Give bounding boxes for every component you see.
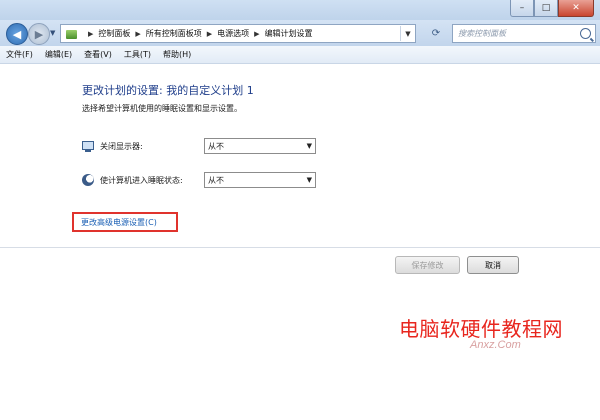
search-box[interactable]: 搜索控制面板: [452, 24, 596, 43]
advanced-settings-highlight: 更改高级电源设置(C): [72, 212, 178, 232]
breadcrumb-separator[interactable]: ▶: [88, 30, 93, 38]
maximize-button[interactable]: □: [534, 0, 558, 17]
watermark-text: 电脑软硬件教程网: [399, 317, 563, 341]
display-off-value: 从不: [208, 141, 224, 151]
close-icon: ✕: [572, 3, 580, 13]
search-placeholder: 搜索控制面板: [458, 29, 506, 38]
page-subtitle: 选择希望计算机使用的睡眠设置和显示设置。: [82, 104, 242, 113]
advanced-power-settings-link[interactable]: 更改高级电源设置(C): [81, 217, 157, 228]
minimize-button[interactable]: –: [510, 0, 534, 17]
menu-tools[interactable]: 工具(T): [124, 49, 151, 60]
display-off-label: 关闭显示器:: [100, 141, 143, 151]
menu-bar: 文件(F) 编辑(E) 查看(V) 工具(T) 帮助(H): [0, 46, 600, 64]
breadcrumb-separator[interactable]: ▶: [135, 30, 140, 38]
control-panel-window: – □ ✕ ◀ ▶ ▼ ▶ 控制面板 ▶ 所有控制面板项 ▶ 电源选项 ▶ 编辑…: [0, 0, 600, 420]
breadcrumb-all-items[interactable]: 所有控制面板项: [146, 28, 202, 39]
sleep-moon-icon: [82, 174, 94, 186]
menu-help[interactable]: 帮助(H): [163, 49, 191, 60]
back-button[interactable]: ◀: [6, 23, 28, 45]
close-button[interactable]: ✕: [558, 0, 594, 17]
refresh-icon[interactable]: ⟳: [428, 26, 444, 41]
watermark-logo: Anxz.Com: [470, 339, 521, 351]
title-bar: – □ ✕: [0, 0, 600, 22]
recent-pages-dropdown[interactable]: ▼: [50, 29, 55, 37]
display-off-select[interactable]: 从不 ▼: [204, 138, 316, 154]
breadcrumb-separator[interactable]: ▶: [207, 30, 212, 38]
forward-arrow-icon: ▶: [34, 27, 44, 41]
breadcrumb-control-panel[interactable]: 控制面板: [98, 28, 130, 39]
breadcrumb-power-options[interactable]: 电源选项: [217, 28, 249, 39]
display-off-row: 关闭显示器:: [82, 138, 210, 154]
caption-buttons: – □ ✕: [510, 0, 594, 17]
address-bar[interactable]: ▶ 控制面板 ▶ 所有控制面板项 ▶ 电源选项 ▶ 编辑计划设置 ▼: [60, 24, 416, 43]
back-arrow-icon: ◀: [12, 27, 22, 41]
breadcrumb-edit-plan[interactable]: 编辑计划设置: [265, 28, 313, 39]
maximize-icon: □: [541, 3, 551, 13]
sleep-select[interactable]: 从不 ▼: [204, 172, 316, 188]
save-changes-button[interactable]: 保存修改: [395, 256, 460, 274]
chevron-down-icon: ▼: [306, 176, 312, 184]
divider: [0, 247, 600, 248]
cancel-button[interactable]: 取消: [467, 256, 519, 274]
page-title: 更改计划的设置: 我的自定义计划 1: [82, 84, 254, 97]
navigation-bar: ◀ ▶ ▼ ▶ 控制面板 ▶ 所有控制面板项 ▶ 电源选项 ▶ 编辑计划设置 ▼…: [0, 20, 600, 47]
address-dropdown-icon[interactable]: ▼: [400, 26, 415, 41]
control-panel-icon: [65, 28, 79, 40]
menu-file[interactable]: 文件(F): [6, 49, 33, 60]
forward-button[interactable]: ▶: [28, 23, 50, 45]
search-icon[interactable]: [580, 28, 591, 39]
sleep-label: 使计算机进入睡眠状态:: [100, 175, 183, 185]
sleep-row: 使计算机进入睡眠状态:: [82, 172, 210, 188]
chevron-down-icon: ▼: [306, 142, 312, 150]
minimize-icon: –: [519, 3, 525, 13]
main-content: 更改计划的设置: 我的自定义计划 1 选择希望计算机使用的睡眠设置和显示设置。 …: [0, 65, 600, 420]
sleep-value: 从不: [208, 175, 224, 185]
menu-edit[interactable]: 编辑(E): [45, 49, 72, 60]
menu-view[interactable]: 查看(V): [84, 49, 112, 60]
breadcrumb-separator[interactable]: ▶: [254, 30, 259, 38]
monitor-icon: [82, 140, 94, 152]
